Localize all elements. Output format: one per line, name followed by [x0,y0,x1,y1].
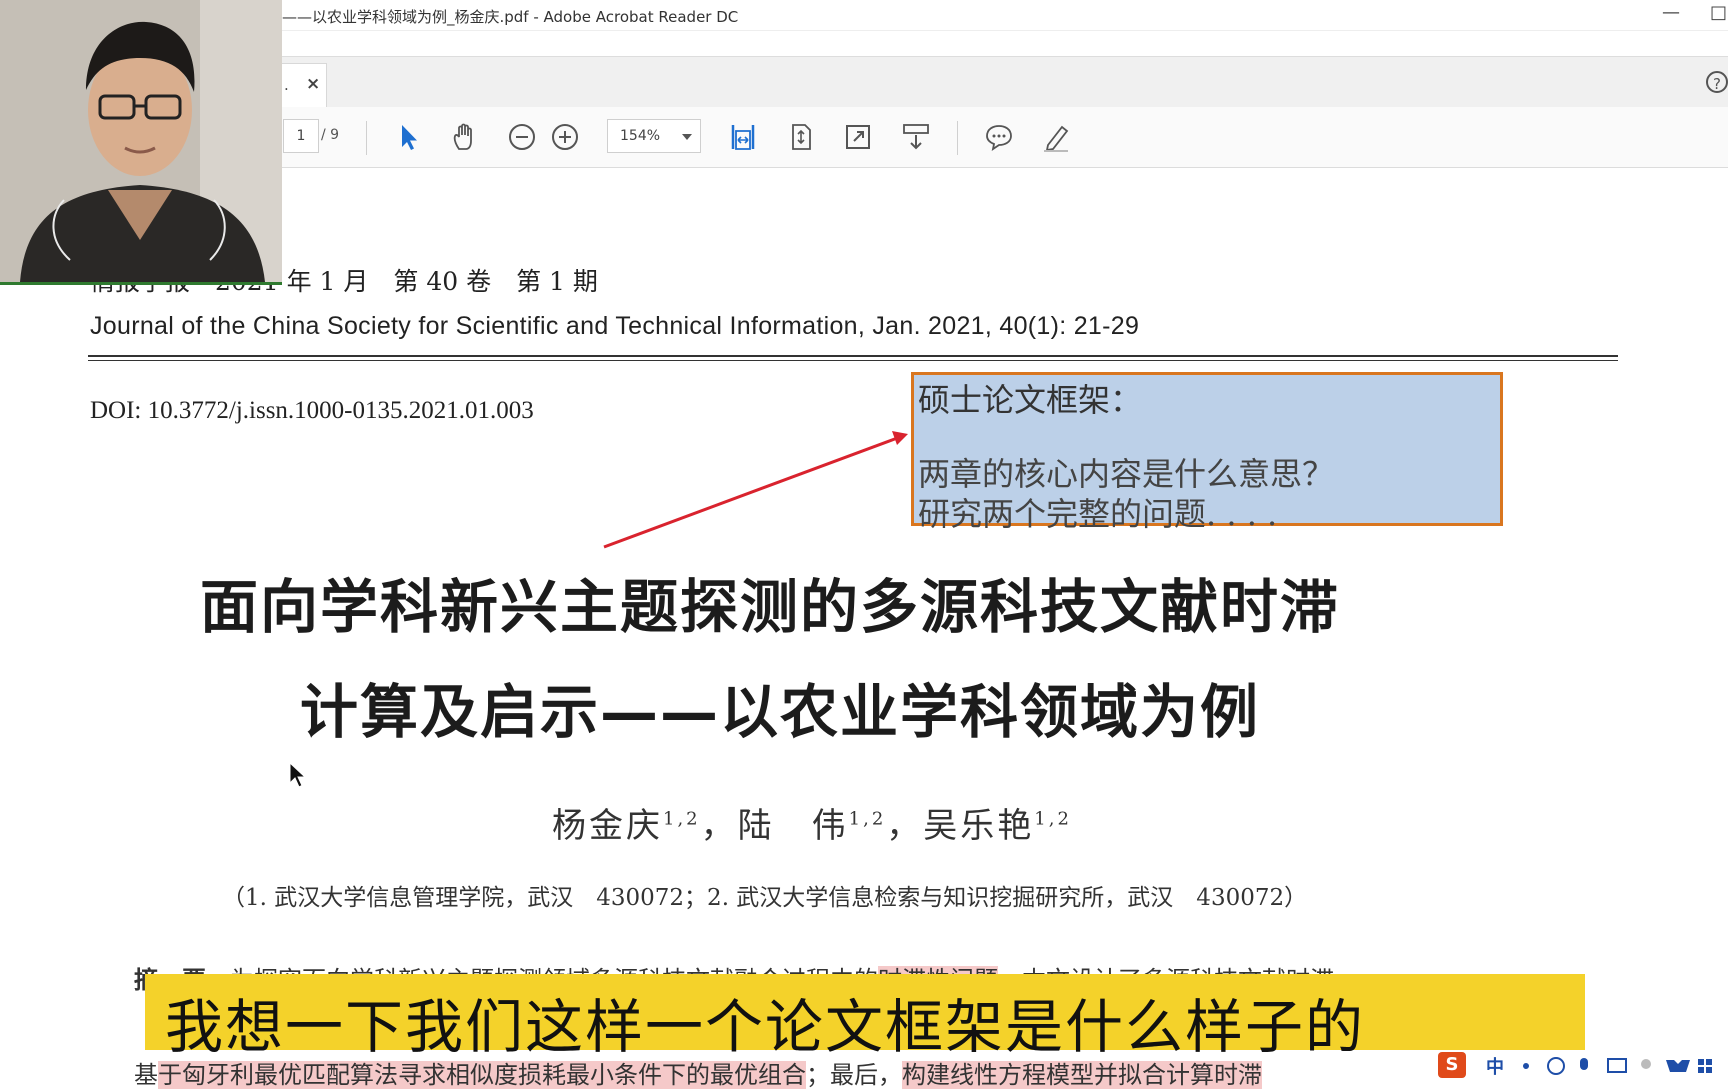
annotation-title: 硕士论文框架： [918,381,1143,419]
ime-tool-icons[interactable] [1516,1056,1716,1076]
ime-toolbar[interactable]: S 中 [1436,1050,1728,1080]
header-rule [88,355,1618,357]
author-name: 陆 伟 [737,806,849,846]
paper-title-line: 计算及启示——以农业学科领域为例 [300,678,1261,746]
restore-button[interactable]: □ [1710,2,1727,23]
hand-icon[interactable] [449,121,481,153]
abstract-text: 基 [134,1061,158,1089]
fit-width-icon[interactable] [727,121,759,153]
annotation-textbox[interactable]: 硕士论文框架： 两章的核心内容是什么意思？ 研究两个完整的问题. . . . [911,372,1503,533]
author-affiliation-sup: 1,2 [848,808,887,830]
abstract-text: ；最后， [806,1061,902,1089]
minimize-button[interactable]: — [1662,2,1680,23]
toolbar-divider [366,121,367,155]
author-name: 杨金庆 [552,806,663,846]
affiliation: （1. 武汉大学信息管理学院，武汉 430072；2. 武汉大学信息检索与知识挖… [222,885,1308,911]
highlighted-text[interactable]: 构建线性方程模型并拟合计算时滞 [902,1061,1262,1089]
select-arrow-icon[interactable] [394,121,426,153]
highlight-pen-icon[interactable] [1040,121,1072,153]
author-name: 吴乐艳 [923,806,1035,846]
authors: 杨金庆1,2，陆 伟1,2，吴乐艳1,2 [552,798,1072,847]
presenter-video-icon [0,0,282,282]
author-separator: ， [700,806,738,846]
page-number-input[interactable]: 1 [283,119,319,153]
author-separator: ， [886,806,924,846]
close-tab-icon[interactable]: × [306,74,320,94]
ime-logo-icon[interactable]: S [1438,1052,1466,1078]
video-subtitle: 我想一下我们这样一个论文框架是什么样子的 [165,993,1366,1061]
annotation-line: 研究两个完整的问题. . . . [918,495,1278,533]
highlighted-text[interactable]: 于匈牙利最优匹配算法寻求相似度损耗最小条件下的最优组合 [158,1061,806,1089]
zoom-select[interactable]: 154% [607,119,701,153]
comment-icon[interactable] [983,121,1015,153]
help-icon[interactable]: ? [1706,71,1728,93]
full-screen-icon[interactable] [842,121,874,153]
scroll-mode-icon[interactable] [900,121,932,153]
window-title: ——以农业学科领域为例_杨金庆.pdf - Adobe Acrobat Read… [282,8,739,26]
paper-title-line: 面向学科新兴主题探测的多源科技文献时滞 [200,573,1341,641]
doi-text: DOI: 10.3772/j.issn.1000-0135.2021.01.00… [90,397,534,424]
page-total: / 9 [321,127,340,143]
webcam-overlay [0,0,282,285]
author-affiliation-sup: 1,2 [663,808,701,830]
header-rule [88,360,1618,361]
annotation-arrow [603,431,908,549]
toolbar-divider [957,121,958,155]
zoom-value: 154% [620,128,661,144]
author-affiliation-sup: 1,2 [1034,808,1072,830]
mouse-cursor-icon [289,762,307,788]
zoom-in-icon[interactable] [549,121,581,153]
fit-page-icon[interactable] [785,121,817,153]
zoom-out-icon[interactable] [506,121,538,153]
tab-label: . [284,76,289,94]
chevron-down-icon [682,134,692,140]
journal-header-en: Journal of the China Society for Scienti… [90,312,1140,340]
ime-mode[interactable]: 中 [1486,1053,1504,1079]
